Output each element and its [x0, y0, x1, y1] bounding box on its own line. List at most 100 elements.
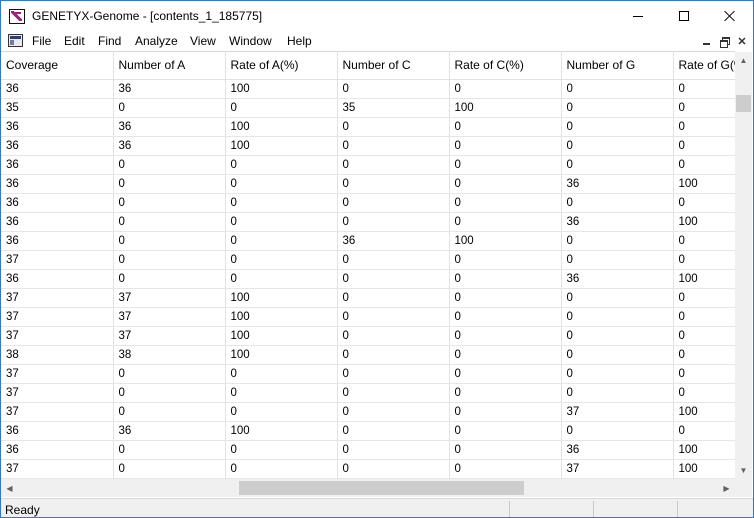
close-button[interactable] — [707, 1, 753, 31]
table-row[interactable]: 36 0 0 0 0 36 100 — [1, 440, 735, 460]
cell-number-of-c[interactable]: 0 — [337, 440, 450, 460]
cell-number-of-g[interactable]: 0 — [561, 307, 674, 327]
cell-coverage[interactable]: 36 — [1, 440, 114, 460]
menu-view[interactable]: View — [190, 34, 216, 48]
cell-number-of-c[interactable]: 0 — [337, 402, 450, 422]
cell-number-of-g[interactable]: 0 — [561, 421, 674, 441]
cell-rate-of-a[interactable]: 0 — [225, 193, 338, 213]
cell-number-of-c[interactable]: 0 — [337, 212, 450, 232]
cell-rate-of-g[interactable]: 0 — [673, 136, 735, 156]
table-row[interactable]: 36 0 0 0 0 0 0 — [1, 193, 735, 213]
cell-rate-of-a[interactable]: 0 — [225, 269, 338, 289]
cell-rate-of-c[interactable]: 0 — [449, 117, 562, 137]
cell-rate-of-c[interactable]: 0 — [449, 155, 562, 175]
cell-rate-of-a[interactable]: 100 — [225, 307, 338, 327]
cell-number-of-a[interactable]: 0 — [113, 212, 226, 232]
cell-coverage[interactable]: 37 — [1, 402, 114, 422]
genetyx-app-icon[interactable] — [9, 9, 25, 24]
table-row[interactable]: 36 36 100 0 0 0 0 — [1, 79, 735, 99]
cell-coverage[interactable]: 36 — [1, 193, 114, 213]
scroll-left-arrow-icon[interactable]: ◀ — [1, 479, 18, 497]
cell-rate-of-c[interactable]: 0 — [449, 193, 562, 213]
title-bar[interactable]: GENETYX-Genome - [contents_1_185775] — [1, 1, 753, 31]
cell-number-of-a[interactable]: 0 — [113, 269, 226, 289]
cell-number-of-g[interactable]: 0 — [561, 383, 674, 403]
cell-rate-of-g[interactable]: 0 — [673, 383, 735, 403]
cell-coverage[interactable]: 37 — [1, 288, 114, 308]
cell-rate-of-g[interactable]: 0 — [673, 288, 735, 308]
cell-number-of-c[interactable]: 0 — [337, 79, 450, 99]
cell-rate-of-g[interactable]: 0 — [673, 193, 735, 213]
cell-rate-of-c[interactable]: 0 — [449, 440, 562, 460]
cell-coverage[interactable]: 37 — [1, 326, 114, 346]
cell-number-of-g[interactable]: 0 — [561, 250, 674, 270]
column-header-rate-of-c[interactable]: Rate of C(%) — [449, 52, 562, 80]
cell-coverage[interactable]: 36 — [1, 174, 114, 194]
cell-number-of-g[interactable]: 0 — [561, 326, 674, 346]
cell-rate-of-g[interactable]: 100 — [673, 459, 735, 479]
table-row[interactable]: 37 0 0 0 0 37 100 — [1, 402, 735, 422]
cell-coverage[interactable]: 37 — [1, 364, 114, 384]
cell-rate-of-a[interactable]: 100 — [225, 79, 338, 99]
cell-coverage[interactable]: 38 — [1, 345, 114, 365]
cell-number-of-a[interactable]: 0 — [113, 250, 226, 270]
cell-rate-of-a[interactable]: 100 — [225, 136, 338, 156]
cell-rate-of-c[interactable]: 0 — [449, 79, 562, 99]
cell-number-of-c[interactable]: 0 — [337, 155, 450, 175]
cell-number-of-g[interactable]: 36 — [561, 174, 674, 194]
cell-rate-of-g[interactable]: 0 — [673, 117, 735, 137]
table-row[interactable]: 37 37 100 0 0 0 0 — [1, 326, 735, 346]
cell-coverage[interactable]: 36 — [1, 212, 114, 232]
cell-number-of-c[interactable]: 0 — [337, 174, 450, 194]
cell-number-of-c[interactable]: 0 — [337, 136, 450, 156]
mdi-minimize-button[interactable] — [698, 33, 714, 49]
vertical-scroll-thumb[interactable] — [736, 95, 751, 112]
cell-number-of-c[interactable]: 0 — [337, 326, 450, 346]
cell-number-of-a[interactable]: 0 — [113, 231, 226, 251]
cell-number-of-a[interactable]: 36 — [113, 79, 226, 99]
cell-number-of-a[interactable]: 0 — [113, 364, 226, 384]
cell-rate-of-g[interactable]: 0 — [673, 79, 735, 99]
cell-number-of-g[interactable]: 37 — [561, 459, 674, 479]
cell-number-of-c[interactable]: 36 — [337, 231, 450, 251]
cell-number-of-a[interactable]: 0 — [113, 402, 226, 422]
cell-number-of-c[interactable]: 0 — [337, 383, 450, 403]
cell-coverage[interactable]: 37 — [1, 459, 114, 479]
cell-rate-of-g[interactable]: 0 — [673, 250, 735, 270]
cell-number-of-c[interactable]: 0 — [337, 288, 450, 308]
table-row[interactable]: 38 38 100 0 0 0 0 — [1, 345, 735, 365]
table-row[interactable]: 36 36 100 0 0 0 0 — [1, 117, 735, 137]
cell-number-of-c[interactable]: 0 — [337, 345, 450, 365]
cell-number-of-a[interactable]: 38 — [113, 345, 226, 365]
cell-rate-of-a[interactable]: 0 — [225, 250, 338, 270]
cell-number-of-g[interactable]: 0 — [561, 288, 674, 308]
table-row[interactable]: 37 0 0 0 0 0 0 — [1, 383, 735, 403]
cell-rate-of-c[interactable]: 100 — [449, 98, 562, 118]
cell-number-of-c[interactable]: 0 — [337, 250, 450, 270]
cell-rate-of-a[interactable]: 0 — [225, 231, 338, 251]
cell-number-of-g[interactable]: 0 — [561, 136, 674, 156]
cell-rate-of-g[interactable]: 0 — [673, 345, 735, 365]
cell-coverage[interactable]: 35 — [1, 98, 114, 118]
menu-help[interactable]: Help — [287, 34, 312, 48]
cell-rate-of-c[interactable]: 0 — [449, 383, 562, 403]
table-row[interactable]: 37 37 100 0 0 0 0 — [1, 288, 735, 308]
cell-number-of-g[interactable]: 0 — [561, 98, 674, 118]
cell-rate-of-c[interactable]: 0 — [449, 250, 562, 270]
cell-number-of-g[interactable]: 0 — [561, 364, 674, 384]
cell-coverage[interactable]: 36 — [1, 117, 114, 137]
cell-number-of-g[interactable]: 36 — [561, 440, 674, 460]
cell-rate-of-g[interactable]: 0 — [673, 307, 735, 327]
cell-number-of-g[interactable]: 0 — [561, 117, 674, 137]
cell-number-of-g[interactable]: 36 — [561, 269, 674, 289]
cell-number-of-c[interactable]: 0 — [337, 307, 450, 327]
cell-rate-of-a[interactable]: 100 — [225, 117, 338, 137]
column-header-number-of-a[interactable]: Number of A — [113, 52, 226, 80]
cell-number-of-a[interactable]: 0 — [113, 440, 226, 460]
cell-number-of-a[interactable]: 37 — [113, 326, 226, 346]
cell-number-of-a[interactable]: 37 — [113, 288, 226, 308]
menu-file[interactable]: File — [32, 34, 51, 48]
document-icon[interactable] — [8, 34, 23, 47]
cell-rate-of-g[interactable]: 100 — [673, 269, 735, 289]
cell-number-of-a[interactable]: 0 — [113, 98, 226, 118]
